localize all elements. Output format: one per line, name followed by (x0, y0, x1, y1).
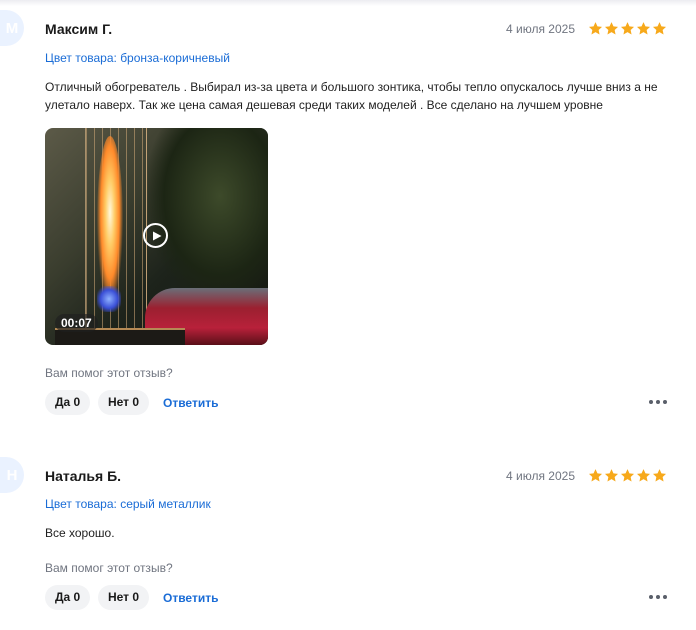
dot (656, 595, 660, 599)
star-icon (652, 469, 667, 482)
video-frame-flame (97, 136, 123, 306)
product-variant: Цвет товара: бронза-коричневый (45, 51, 230, 65)
star-icon (636, 469, 651, 482)
review-date: 4 июля 2025 (506, 469, 575, 483)
play-icon[interactable] (143, 223, 168, 248)
reply-link[interactable]: Ответить (163, 396, 218, 410)
more-dots-icon[interactable] (649, 595, 667, 601)
review-date: 4 июля 2025 (506, 22, 575, 36)
product-variant: Цвет товара: серый металлик (45, 497, 211, 511)
helpful-yes-button[interactable]: Да 0 (45, 585, 91, 610)
avatar-letter: Н (6, 466, 18, 484)
helpful-yes-button[interactable]: Да 0 (45, 390, 91, 415)
helpful-question: Вам помог этот отзыв? (45, 561, 173, 575)
review-text: Отличный обогреватель . Выбирал из-за цв… (45, 80, 658, 112)
helpful-no-button[interactable]: Нет 0 (98, 585, 150, 610)
video-duration: 00:07 (55, 314, 98, 332)
avatar: Н (0, 457, 24, 493)
avatar: М (0, 10, 24, 46)
dot (663, 400, 667, 404)
star-icon (604, 22, 619, 35)
dot (649, 595, 653, 599)
helpful-question: Вам помог этот отзыв? (45, 366, 173, 380)
top-shadow (0, 0, 696, 6)
star-icon (636, 22, 651, 35)
review-author: Максим Г. (45, 21, 113, 37)
rating-stars (588, 468, 667, 483)
dot (663, 595, 667, 599)
star-icon (652, 22, 667, 35)
avatar-letter: М (5, 19, 19, 37)
star-icon (604, 469, 619, 482)
star-icon (588, 469, 603, 482)
star-icon (620, 22, 635, 35)
review-author: Наталья Б. (45, 468, 122, 484)
video-frame-burner (97, 286, 121, 312)
video-frame-trees (148, 128, 268, 298)
reply-link[interactable]: Ответить (163, 591, 218, 605)
review-text: Все хорошо. (45, 526, 115, 540)
review-video-thumbnail[interactable]: 00:07 (45, 128, 268, 345)
more-dots-icon[interactable] (649, 400, 667, 406)
star-icon (588, 22, 603, 35)
helpful-no-button[interactable]: Нет 0 (98, 390, 150, 415)
rating-stars (588, 21, 667, 36)
star-icon (620, 469, 635, 482)
dot (656, 400, 660, 404)
dot (649, 400, 653, 404)
